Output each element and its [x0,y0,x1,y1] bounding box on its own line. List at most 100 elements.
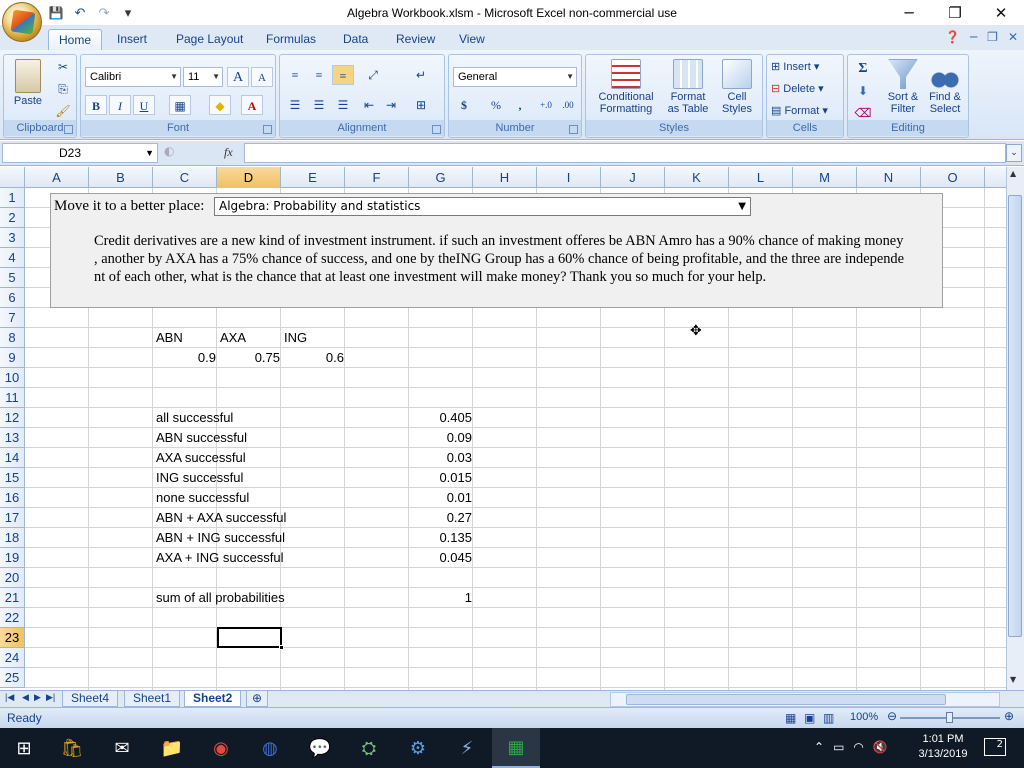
row-header-3[interactable]: 3 [0,228,25,248]
delete-cells-button[interactable]: ⊟ Delete ▾ [771,83,824,95]
zoom-in-icon[interactable]: ⊕ [1004,709,1014,723]
ribbon-close-icon[interactable]: ✕ [1008,30,1018,44]
outcome-value[interactable]: 0.01 [410,488,472,508]
outcome-label[interactable]: AXA + ING successful [156,548,284,568]
column-header-k[interactable]: K [665,167,729,188]
row-header-17[interactable]: 17 [0,508,25,528]
center-icon[interactable]: ☰ [308,95,330,115]
font-color-icon[interactable]: A [241,95,263,115]
row-header-14[interactable]: 14 [0,448,25,468]
scroll-down-icon[interactable]: ▼ [1010,675,1016,684]
network-app-icon[interactable]: ⛭ [345,728,393,768]
column-header-d[interactable]: D [217,167,281,188]
row-header-21[interactable]: 21 [0,588,25,608]
copy-icon[interactable]: ⎘ [52,79,74,99]
autosum-icon[interactable]: Σ [852,59,874,79]
shrink-font-button[interactable]: A [251,67,273,87]
column-header-c[interactable]: C [153,167,217,188]
column-header-f[interactable]: F [345,167,409,188]
next-sheet-icon[interactable]: ▶ [34,692,41,703]
tab-review[interactable]: Review [386,29,445,50]
column-header-o[interactable]: O [921,167,985,188]
comma-button[interactable]: , [509,95,531,115]
row-header-13[interactable]: 13 [0,428,25,448]
column-header-l[interactable]: L [729,167,793,188]
format-cells-button[interactable]: ▤ Format ▾ [771,105,828,117]
ribbon-restore-icon[interactable]: ❐ [987,30,998,44]
sheet-tab-sheet1[interactable]: Sheet1 [124,691,181,707]
font-name-select[interactable]: Calibri ▼ [85,67,181,87]
percent-button[interactable]: % [485,95,507,115]
italic-button[interactable]: I [109,95,131,115]
format-as-table-button[interactable]: Format as Table [662,59,714,115]
formula-input[interactable] [244,143,1006,163]
dialog-launcher-icon[interactable] [64,125,73,134]
dialog-launcher-icon[interactable] [569,125,578,134]
increase-indent-icon[interactable]: ⇥ [380,95,402,115]
cut-icon[interactable]: ✂ [52,57,74,77]
cell-styles-button[interactable]: Cell Styles [714,59,760,115]
chat-icon[interactable]: 💬 [296,728,344,768]
wrap-text-icon[interactable]: ↵ [410,65,432,85]
bold-button[interactable]: B [85,95,107,115]
header-ing[interactable]: ING [284,328,307,348]
row-header-25[interactable]: 25 [0,668,25,688]
expand-formula-bar-icon[interactable]: ⌄ [1006,144,1022,162]
column-header-h[interactable]: H [473,167,537,188]
sheet-tab-sheet2[interactable]: Sheet2 [184,691,242,707]
row-header-22[interactable]: 22 [0,608,25,628]
zoom-out-icon[interactable]: ⊖ [887,709,897,723]
outcome-value[interactable]: 0.015 [410,468,472,488]
column-header-e[interactable]: E [281,167,345,188]
row-header-16[interactable]: 16 [0,488,25,508]
outcome-value[interactable]: 0.27 [410,508,472,528]
file-explorer-icon[interactable]: 📁 [148,728,196,768]
excel-taskbar-icon[interactable]: ▦ [492,728,540,768]
mail-icon[interactable]: ✉ [98,728,146,768]
vertical-scrollbar[interactable]: ▲ ▼ [1006,167,1024,690]
vertical-scroll-thumb[interactable] [1008,195,1022,637]
grow-font-button[interactable]: A [227,67,249,87]
fill-icon[interactable]: ⬇ [852,81,874,101]
insert-function-icon[interactable]: fx [224,145,233,160]
select-all-corner[interactable] [0,167,25,188]
zoom-slider[interactable] [900,712,1000,723]
row-header-8[interactable]: 8 [0,328,25,348]
column-header-a[interactable]: A [25,167,89,188]
outcome-label[interactable]: ABN + AXA successful [156,508,286,528]
app-icon[interactable]: ◍ [246,728,294,768]
outcome-label[interactable]: ABN + ING successful [156,528,285,548]
page-break-view-icon[interactable]: ▥ [823,711,834,725]
row-header-5[interactable]: 5 [0,268,25,288]
merge-center-icon[interactable]: ⊞ [410,95,432,115]
row-header-15[interactable]: 15 [0,468,25,488]
windows-start-icon[interactable]: ⊞ [0,728,48,768]
outcome-value[interactable]: 0.03 [410,448,472,468]
insert-cells-button[interactable]: ⊞ Insert ▾ [771,61,819,73]
outcome-label[interactable]: ING successful [156,468,243,488]
row-header-20[interactable]: 20 [0,568,25,588]
horizontal-scroll-thumb[interactable] [626,694,946,705]
row-header-6[interactable]: 6 [0,288,25,308]
scroll-up-icon[interactable]: ▲ [1010,169,1016,178]
borders-icon[interactable]: ▦ [169,95,191,115]
row-header-1[interactable]: 1 [0,188,25,208]
currency-button[interactable]: $ [453,95,475,115]
tab-home[interactable]: Home [48,29,103,50]
font-size-select[interactable]: 11 ▼ [183,67,223,87]
minimize-button[interactable]: ─ [886,0,932,26]
store-icon[interactable]: 🛍 [48,728,96,768]
underline-button[interactable]: U [133,95,155,115]
category-select[interactable]: Algebra: Probability and statistics ▼ [214,197,751,216]
row-header-23[interactable]: 23 [0,628,25,648]
tab-page-layout[interactable]: Page Layout [166,29,253,50]
insert-sheet-icon[interactable]: ⊕ [246,691,269,707]
zoom-level[interactable]: 100% [850,711,878,723]
align-right-icon[interactable]: ☰ [332,95,354,115]
outcome-value[interactable]: 0.135 [410,528,472,548]
outcome-value[interactable]: 0.045 [410,548,472,568]
sort-filter-button[interactable]: Sort & Filter [882,59,924,115]
last-sheet-icon[interactable]: ▶| [46,692,55,703]
outcome-value[interactable]: 0.09 [410,428,472,448]
column-header-m[interactable]: M [793,167,857,188]
